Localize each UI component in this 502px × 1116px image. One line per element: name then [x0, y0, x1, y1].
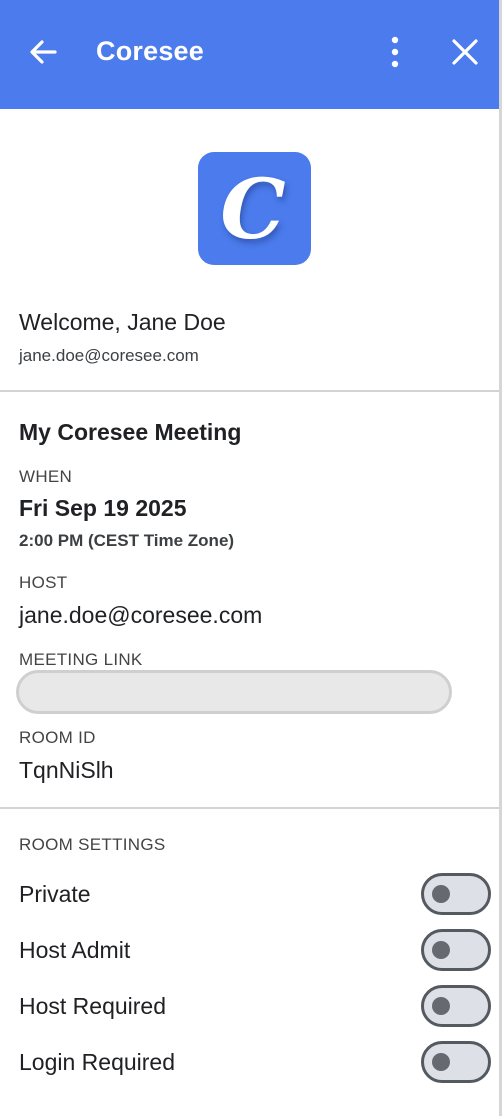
setting-label-host-required: Host Required — [19, 993, 167, 1019]
setting-label-private: Private — [19, 881, 91, 907]
app-header: Coresee — [0, 0, 499, 109]
back-button[interactable] — [17, 26, 69, 78]
room-id-label: ROOM ID — [19, 728, 96, 747]
meeting-panel: Coresee C Welcome, Jane Doe jane.doe@cor… — [0, 0, 502, 1116]
toggle-knob — [432, 941, 450, 959]
arrow-left-icon — [30, 40, 57, 64]
meeting-link-label: MEETING LINK — [19, 650, 143, 669]
setting-label-login-required: Login Required — [19, 1049, 176, 1075]
toggle-knob — [432, 997, 450, 1015]
room-settings-heading: ROOM SETTINGS — [19, 835, 166, 854]
host-email: jane.doe@coresee.com — [19, 602, 263, 628]
toggle-knob — [432, 885, 450, 903]
room-id-value: TqnNiSlh — [19, 757, 114, 783]
logo-letter: C — [220, 162, 285, 258]
app-title: Coresee — [96, 36, 204, 66]
private-toggle[interactable] — [421, 873, 491, 915]
close-icon — [452, 39, 478, 65]
meeting-link-field[interactable] — [16, 670, 452, 714]
more-options-button[interactable] — [369, 26, 421, 78]
meeting-title: My Coresee Meeting — [19, 419, 242, 445]
divider — [0, 807, 499, 809]
setting-label-host-admit: Host Admit — [19, 937, 131, 963]
toggle-knob — [432, 1053, 450, 1071]
host-required-toggle[interactable] — [421, 985, 491, 1027]
host-admit-toggle[interactable] — [421, 929, 491, 971]
welcome-text: Welcome, Jane Doe — [19, 309, 226, 335]
divider — [0, 390, 499, 392]
meeting-date: Fri Sep 19 2025 — [19, 495, 187, 521]
meeting-time: 2:00 PM (CEST Time Zone) — [19, 531, 235, 550]
host-label: HOST — [19, 573, 68, 592]
login-required-toggle[interactable] — [421, 1041, 491, 1083]
close-button[interactable] — [439, 26, 491, 78]
app-logo: C — [198, 152, 311, 265]
when-label: WHEN — [19, 467, 73, 486]
more-vertical-icon — [391, 36, 399, 68]
user-email: jane.doe@coresee.com — [19, 346, 199, 365]
